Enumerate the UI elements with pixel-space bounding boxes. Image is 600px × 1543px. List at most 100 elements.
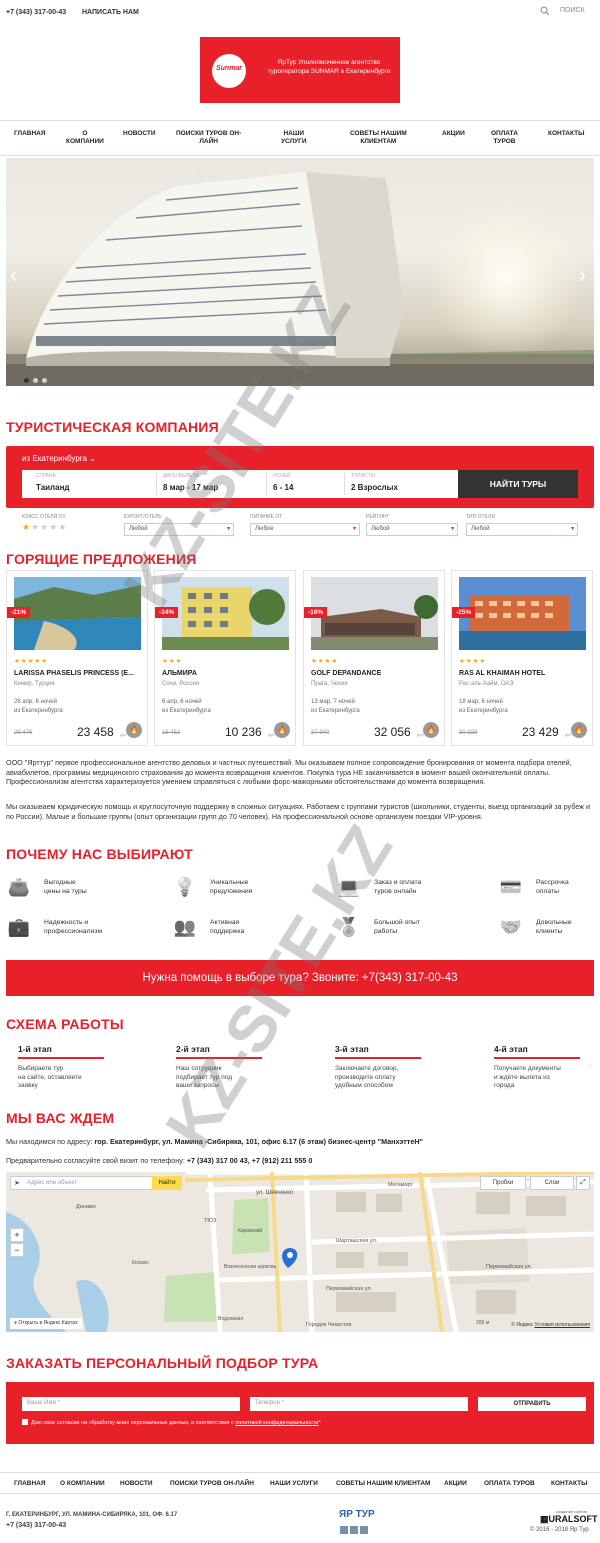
hotel-type-filter[interactable]: ТИП ОТЕЛЯ Любой	[466, 514, 578, 536]
offer-card[interactable]: -25% ★★★★ RAS AL KHAIMAH HOTEL Рас-эль-Хайм…	[451, 570, 593, 746]
resort-filter[interactable]: КУРОРТ/ОТЕЛЬ Любой	[124, 514, 234, 536]
map-layers-button[interactable]: Слои	[530, 1176, 574, 1190]
resort-select[interactable]: Любой	[124, 523, 234, 536]
map-copyright: © Яндекс Условия использования	[511, 1322, 590, 1328]
phone-input[interactable]: Телефон *	[250, 1397, 468, 1411]
rating-filter[interactable]: РЕЙТИНГ Любой	[366, 514, 458, 536]
search-label[interactable]: ПОИСК	[560, 7, 585, 14]
section-title-wait: МЫ ВАС ЖДЕМ	[6, 1110, 115, 1126]
zoom-out-button[interactable]: −	[10, 1243, 24, 1257]
dates-field[interactable]: ДАТЫ ВЫЛЕТА 8 мар - 17 мар	[156, 473, 218, 495]
open-in-yandex-link[interactable]: ● Открыть в Яндекс.Картах	[10, 1318, 82, 1329]
footer-phone[interactable]: +7 (343) 317-00-43	[6, 1522, 66, 1529]
map-find-button[interactable]: Найти	[152, 1176, 182, 1190]
nav-item[interactable]: НОВОСТИ	[123, 130, 156, 138]
star-icon[interactable]: ★	[49, 522, 58, 532]
map-terms-link[interactable]: Условия использования	[535, 1322, 591, 1328]
star-icon[interactable]: ★	[31, 522, 40, 532]
offer-card[interactable]: -34% ★★★ АЛЬМИРА Сочи, Россия 6 апр, 6 ночей…	[154, 570, 296, 746]
footer-nav-item[interactable]: НАШИ УСЛУГИ	[270, 1480, 318, 1487]
nav-item[interactable]: ОПЛАТА ТУРОВ	[491, 130, 518, 146]
site-logo[interactable]: Sunmar ЯрТур Уполномоченное агентство ту…	[200, 37, 400, 103]
developer-logo[interactable]: ▦URALSOFT	[540, 1514, 598, 1525]
vk-icon[interactable]	[350, 1526, 358, 1534]
nav-item[interactable]: НАШИ УСЛУГИ	[281, 130, 307, 146]
footer-nav-item[interactable]: ПОИСКИ ТУРОВ ОН-ЛАЙН	[170, 1480, 254, 1487]
offer-card[interactable]: -21% ★★★★★ LARISSA PHASELIS PRINCESS (E...…	[6, 570, 148, 746]
hero-slider[interactable]: ‹ ›	[6, 158, 594, 386]
order-form: Ваше Имя * Телефон * ОТПРАВИТЬ Даю свое …	[6, 1382, 594, 1444]
offer-card[interactable]: -16% ★★★★ GOLF DEPANDANCE Прага, Чехия 13 ма…	[303, 570, 445, 746]
facebook-icon[interactable]	[340, 1526, 348, 1534]
nav-item[interactable]: СОВЕТЫ НАШИМ КЛИЕНТАМ	[350, 130, 407, 146]
hotel-name[interactable]: LARISSA PHASELIS PRINCESS (E...	[14, 670, 142, 677]
footer-nav-item[interactable]: КОНТАКТЫ	[551, 1480, 587, 1487]
nav-item[interactable]: АКЦИИ	[442, 130, 465, 138]
logo-text: ЯрТур Уполномоченное агентство туроперат…	[267, 59, 391, 75]
star-icon[interactable]: ★	[58, 522, 67, 532]
send-button[interactable]: ОТПРАВИТЬ	[478, 1397, 586, 1411]
footer-nav-item[interactable]: ГЛАВНАЯ	[14, 1480, 46, 1487]
hotel-name[interactable]: GOLF DEPANDANCE	[311, 670, 439, 677]
locate-icon[interactable]: ➤	[14, 1179, 20, 1187]
fire-icon[interactable]: 🔥	[126, 722, 142, 738]
privacy-policy-link[interactable]: политикой конфиденциальности	[235, 1420, 318, 1426]
slider-dot[interactable]	[24, 378, 29, 383]
search-icon[interactable]	[540, 6, 550, 16]
nav-item[interactable]: О КОМПАНИИ	[66, 130, 104, 146]
name-input[interactable]: Ваше Имя *	[22, 1397, 240, 1411]
footer-nav-item[interactable]: НОВОСТИ	[120, 1480, 153, 1487]
top-phone[interactable]: +7 (343) 317-00-43	[6, 9, 66, 16]
hotel-type-select[interactable]: Любой	[466, 523, 578, 536]
write-us-link[interactable]: НАПИСАТЬ НАМ	[82, 9, 139, 16]
star-icon[interactable]: ★	[40, 522, 49, 532]
fire-icon[interactable]: 🔥	[571, 722, 587, 738]
nav-item-label: КОМПАНИИ	[66, 138, 104, 145]
hotel-class-stars[interactable]: ★★★★★	[22, 522, 67, 533]
footer-nav-item[interactable]: СОВЕТЫ НАШИМ КЛИЕНТАМ	[336, 1480, 430, 1487]
zoom-in-button[interactable]: +	[10, 1228, 24, 1242]
departure-city-select[interactable]: из Екатеринбурга ⌄	[22, 454, 96, 463]
visit-phone-value[interactable]: +7 (343) 317 00 43, +7 (912) 211 555 0	[187, 1156, 312, 1165]
help-banner[interactable]: Нужна помощь в выборе тура? Звоните: +7(…	[6, 960, 594, 996]
work-step: 1-й этап Выбираете тур на сайте, оставляет…	[18, 1044, 104, 1091]
google-plus-icon[interactable]	[360, 1526, 368, 1534]
hotel-photo[interactable]	[162, 577, 289, 650]
rating-select[interactable]: Любой	[366, 523, 458, 536]
slider-prev-arrow[interactable]: ‹	[10, 262, 17, 288]
footer-nav-item[interactable]: ОПЛАТА ТУРОВ	[484, 1480, 535, 1487]
slider-dot[interactable]	[42, 378, 47, 383]
hotel-name[interactable]: АЛЬМИРА	[162, 670, 290, 677]
fire-icon[interactable]: 🔥	[274, 722, 290, 738]
map-canvas[interactable]: ул. Шевченко Мегамарт ТЮЗ Вознесенская ц…	[6, 1172, 594, 1332]
consent-checkbox[interactable]	[22, 1419, 28, 1425]
hotel-photo[interactable]	[14, 577, 141, 650]
find-tours-button[interactable]: НАЙТИ ТУРЫ	[458, 470, 578, 498]
nav-item-label: УСЛУГИ	[281, 138, 307, 145]
hotel-photo[interactable]	[459, 577, 586, 650]
slider-dot[interactable]	[33, 378, 38, 383]
nav-item[interactable]: КОНТАКТЫ	[548, 130, 584, 138]
footer-nav-item[interactable]: АКЦИИ	[444, 1480, 467, 1487]
consent-checkbox-row[interactable]: Даю свое согласие на обработку моих перс…	[22, 1419, 321, 1426]
yandex-map[interactable]: ул. Шевченко Мегамарт ТЮЗ Вознесенская ц…	[6, 1172, 594, 1332]
meal-filter[interactable]: ПИТАНИЕ ОТ Любое	[250, 514, 360, 536]
nights-field[interactable]: НОЧЕЙ 6 - 14	[266, 473, 293, 495]
hotel-photo[interactable]	[311, 577, 438, 650]
country-field[interactable]: СТРАНА Таиланд	[36, 473, 70, 492]
star-icon[interactable]: ★	[22, 522, 31, 532]
section-title-hot: ГОРЯЩИЕ ПРЕДЛОЖЕНИЯ	[6, 551, 197, 567]
wallet-icon: 👛	[7, 877, 31, 897]
hotel-name[interactable]: RAS AL KHAIMAH HOTEL	[459, 670, 587, 677]
tourists-field[interactable]: ТУРИСТЫ 2 Взрослых	[344, 473, 398, 495]
meal-select[interactable]: Любое	[250, 523, 360, 536]
fullscreen-icon[interactable]: ⤢	[576, 1176, 590, 1190]
footer-nav-item[interactable]: О КОМПАНИИ	[60, 1480, 105, 1487]
hotel-class-filter[interactable]: КЛАСС ОТЕЛЯ ОТ ★★★★★	[22, 514, 67, 533]
step-line: Выбираете тур	[18, 1065, 64, 1072]
nav-item[interactable]: ГЛАВНАЯ	[14, 130, 46, 138]
slider-next-arrow[interactable]: ›	[579, 262, 586, 288]
fire-icon[interactable]: 🔥	[423, 722, 439, 738]
map-traffic-button[interactable]: Пробки	[480, 1176, 526, 1190]
nav-item[interactable]: ПОИСКИ ТУРОВ ОН- ЛАЙН	[176, 130, 241, 146]
